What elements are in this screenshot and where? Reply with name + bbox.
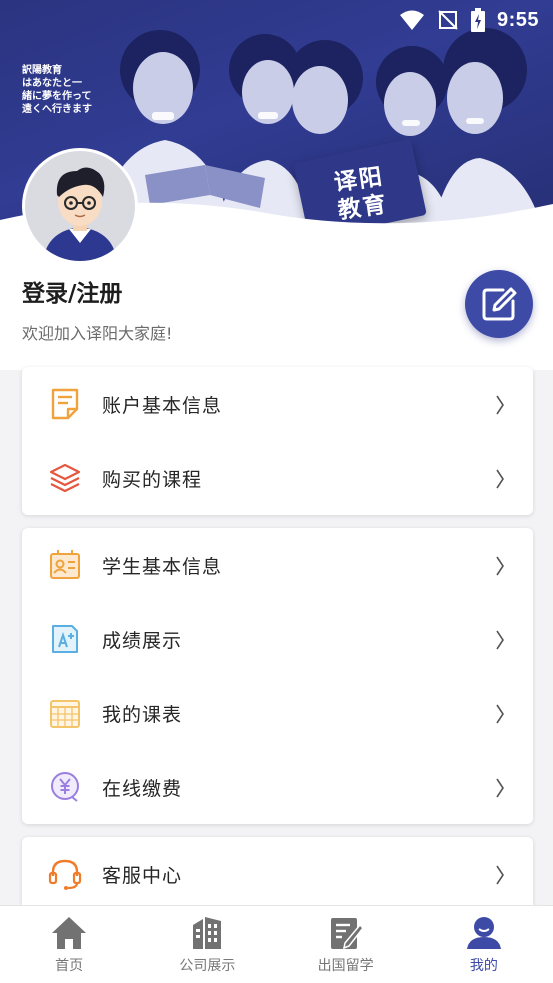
edit-icon bbox=[482, 287, 517, 321]
clock: 9:55 bbox=[496, 8, 539, 31]
headset-icon bbox=[48, 859, 82, 890]
nav-tab-study-abroad[interactable]: 出国留学 bbox=[277, 906, 415, 983]
building-icon bbox=[193, 917, 222, 949]
yen-payment-icon bbox=[51, 772, 79, 802]
battery-charging-icon bbox=[470, 8, 485, 32]
student-menu-card: 学生基本信息 成绩展示 我的课表 在线缴费 bbox=[22, 528, 533, 824]
menu-item-timetable[interactable]: 我的课表 bbox=[22, 676, 533, 750]
menu-item-student-info[interactable]: 学生基本信息 bbox=[22, 528, 533, 602]
id-card-icon bbox=[50, 550, 80, 579]
nav-tab-home[interactable]: 首页 bbox=[0, 906, 138, 983]
user-icon bbox=[466, 917, 501, 949]
chevron-right-icon bbox=[496, 556, 504, 576]
nav-tab-company[interactable]: 公司展示 bbox=[138, 906, 276, 983]
menu-item-label: 客服中心 bbox=[102, 864, 183, 887]
avatar[interactable] bbox=[22, 148, 138, 264]
menu-item-label: 我的课表 bbox=[102, 703, 183, 726]
chevron-right-icon bbox=[496, 395, 504, 415]
login-register-link[interactable]: 登录/注册 bbox=[22, 274, 122, 308]
chevron-right-icon bbox=[496, 865, 504, 885]
nav-tab-label: 公司展示 bbox=[179, 958, 236, 974]
nav-tab-mine[interactable]: 我的 bbox=[415, 906, 553, 983]
hero-caption-line: はあなたと一 bbox=[22, 78, 82, 89]
hero-caption: 訳陽教育 はあなたと一 緒に夢を作って 遠くへ行きます bbox=[22, 64, 92, 116]
nav-tab-label: 我的 bbox=[469, 958, 498, 974]
menu-item-label: 学生基本信息 bbox=[102, 555, 223, 578]
hero-caption-line: 緒に夢を作って bbox=[22, 91, 92, 102]
grade-icon bbox=[52, 625, 78, 653]
hero-caption-line: 訳陽教育 bbox=[22, 65, 62, 76]
status-bar: 9:55 bbox=[0, 0, 553, 40]
menu-item-purchased-courses[interactable]: 购买的课程 bbox=[22, 441, 533, 515]
menu-item-label: 账户基本信息 bbox=[102, 394, 223, 417]
edit-profile-button[interactable] bbox=[465, 270, 533, 338]
menu-item-label: 在线缴费 bbox=[102, 777, 183, 800]
chevron-right-icon bbox=[496, 704, 504, 724]
calendar-icon bbox=[50, 700, 80, 728]
account-menu-card: 账户基本信息 购买的课程 bbox=[22, 367, 533, 515]
nav-tab-label: 首页 bbox=[55, 958, 84, 974]
nav-tab-label: 出国留学 bbox=[317, 958, 374, 974]
chevron-right-icon bbox=[496, 469, 504, 489]
chevron-right-icon bbox=[496, 778, 504, 798]
document-edit-icon bbox=[330, 918, 364, 950]
menu-item-account-info[interactable]: 账户基本信息 bbox=[22, 367, 533, 441]
menu-item-label: 成绩展示 bbox=[102, 629, 183, 652]
menu-item-online-payment[interactable]: 在线缴费 bbox=[22, 750, 533, 824]
chevron-right-icon bbox=[496, 630, 504, 650]
no-signal-icon bbox=[438, 10, 458, 30]
menu-item-grades[interactable]: 成绩展示 bbox=[22, 602, 533, 676]
notepad-icon bbox=[51, 388, 79, 420]
menu-item-label: 购买的课程 bbox=[102, 468, 203, 491]
menu-item-customer-service[interactable]: 客服中心 bbox=[22, 837, 533, 905]
home-icon bbox=[52, 917, 87, 949]
layers-icon bbox=[49, 463, 81, 493]
avatar-cartoon-icon bbox=[43, 167, 117, 261]
wifi-icon bbox=[399, 10, 424, 30]
welcome-text: 欢迎加入译阳大家庭! bbox=[22, 324, 173, 343]
hero-caption-line: 遠くへ行きます bbox=[22, 104, 92, 115]
support-menu-card: 客服中心 bbox=[22, 837, 533, 905]
bottom-navigation: 首页 公司展示 出国留学 我的 bbox=[0, 905, 553, 983]
